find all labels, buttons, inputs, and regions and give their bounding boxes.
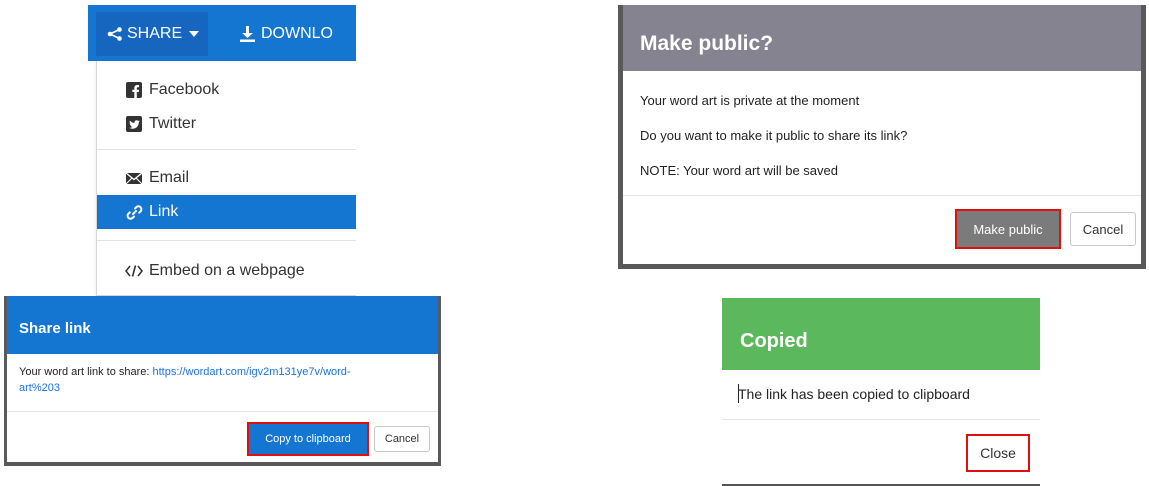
caret-down-icon — [189, 31, 200, 37]
menu-item-label: Twitter — [149, 115, 197, 132]
code-icon — [125, 265, 143, 277]
menu-item-label: Embed on a webpage — [149, 262, 305, 279]
modal-text: Do you want to make it public to share i… — [640, 128, 908, 143]
modal-footer-divider — [623, 195, 1141, 196]
share-link-text: Your word art link to share: https://wor… — [19, 364, 429, 396]
share-link-prefix: Your word art link to share: — [19, 366, 153, 378]
share-dropdown-menu: Facebook Twitter Email Link Embed on a w… — [96, 61, 356, 296]
menu-divider — [97, 240, 356, 241]
modal-title: Make public? — [623, 5, 1141, 71]
menu-item-embed[interactable]: Embed on a webpage — [97, 254, 356, 288]
copy-to-clipboard-button[interactable]: Copy to clipboard — [247, 422, 369, 456]
modal-footer-divider — [7, 411, 438, 412]
modal-footer-divider — [722, 419, 1040, 420]
download-icon — [240, 26, 255, 42]
cancel-button[interactable]: Cancel — [374, 426, 430, 452]
make-public-panel: Make public? Your word art is private at… — [618, 5, 1146, 269]
link-icon — [125, 204, 143, 221]
modal-title: Copied — [722, 298, 1040, 370]
copied-panel: Copied The link has been copied to clipb… — [722, 298, 1040, 486]
toolbar: SHARE DOWNLO — [88, 5, 356, 61]
cancel-button[interactable]: Cancel — [1070, 212, 1136, 246]
share-link-panel: Share link Your word art link to share: … — [4, 296, 441, 466]
share-link-modal: Share link Your word art link to share: … — [7, 296, 438, 462]
copied-message: The link has been copied to clipboard — [738, 386, 970, 402]
menu-item-facebook[interactable]: Facebook — [97, 73, 356, 107]
make-public-modal: Make public? Your word art is private at… — [623, 5, 1141, 264]
share-button[interactable]: SHARE — [96, 12, 208, 56]
facebook-icon — [125, 82, 143, 98]
download-button-label: DOWNLO — [261, 25, 333, 42]
twitter-icon — [125, 116, 143, 132]
menu-item-label: Link — [149, 203, 179, 220]
menu-item-label: Facebook — [149, 81, 220, 98]
menu-item-email[interactable]: Email — [97, 161, 356, 195]
close-button[interactable]: Close — [966, 434, 1030, 472]
share-menu-panel: SHARE DOWNLO Facebook Twitter Email Link… — [88, 5, 356, 296]
menu-item-link[interactable]: Link — [97, 195, 356, 229]
share-button-label: SHARE — [127, 25, 183, 42]
modal-title: Share link — [7, 296, 438, 354]
share-icon — [107, 27, 122, 41]
modal-text: NOTE: Your word art will be saved — [640, 163, 838, 178]
email-icon — [125, 172, 143, 184]
share-link-url-part: https://wordart.com/igv2m131ye7v/word- — [152, 366, 351, 378]
menu-item-twitter[interactable]: Twitter — [97, 107, 356, 141]
download-button[interactable]: DOWNLO — [240, 12, 333, 56]
menu-item-label: Email — [149, 169, 190, 186]
share-link-url-part: art%203 — [19, 382, 60, 394]
modal-text: Your word art is private at the moment — [640, 93, 860, 108]
menu-divider — [97, 149, 356, 150]
make-public-button[interactable]: Make public — [955, 209, 1061, 249]
